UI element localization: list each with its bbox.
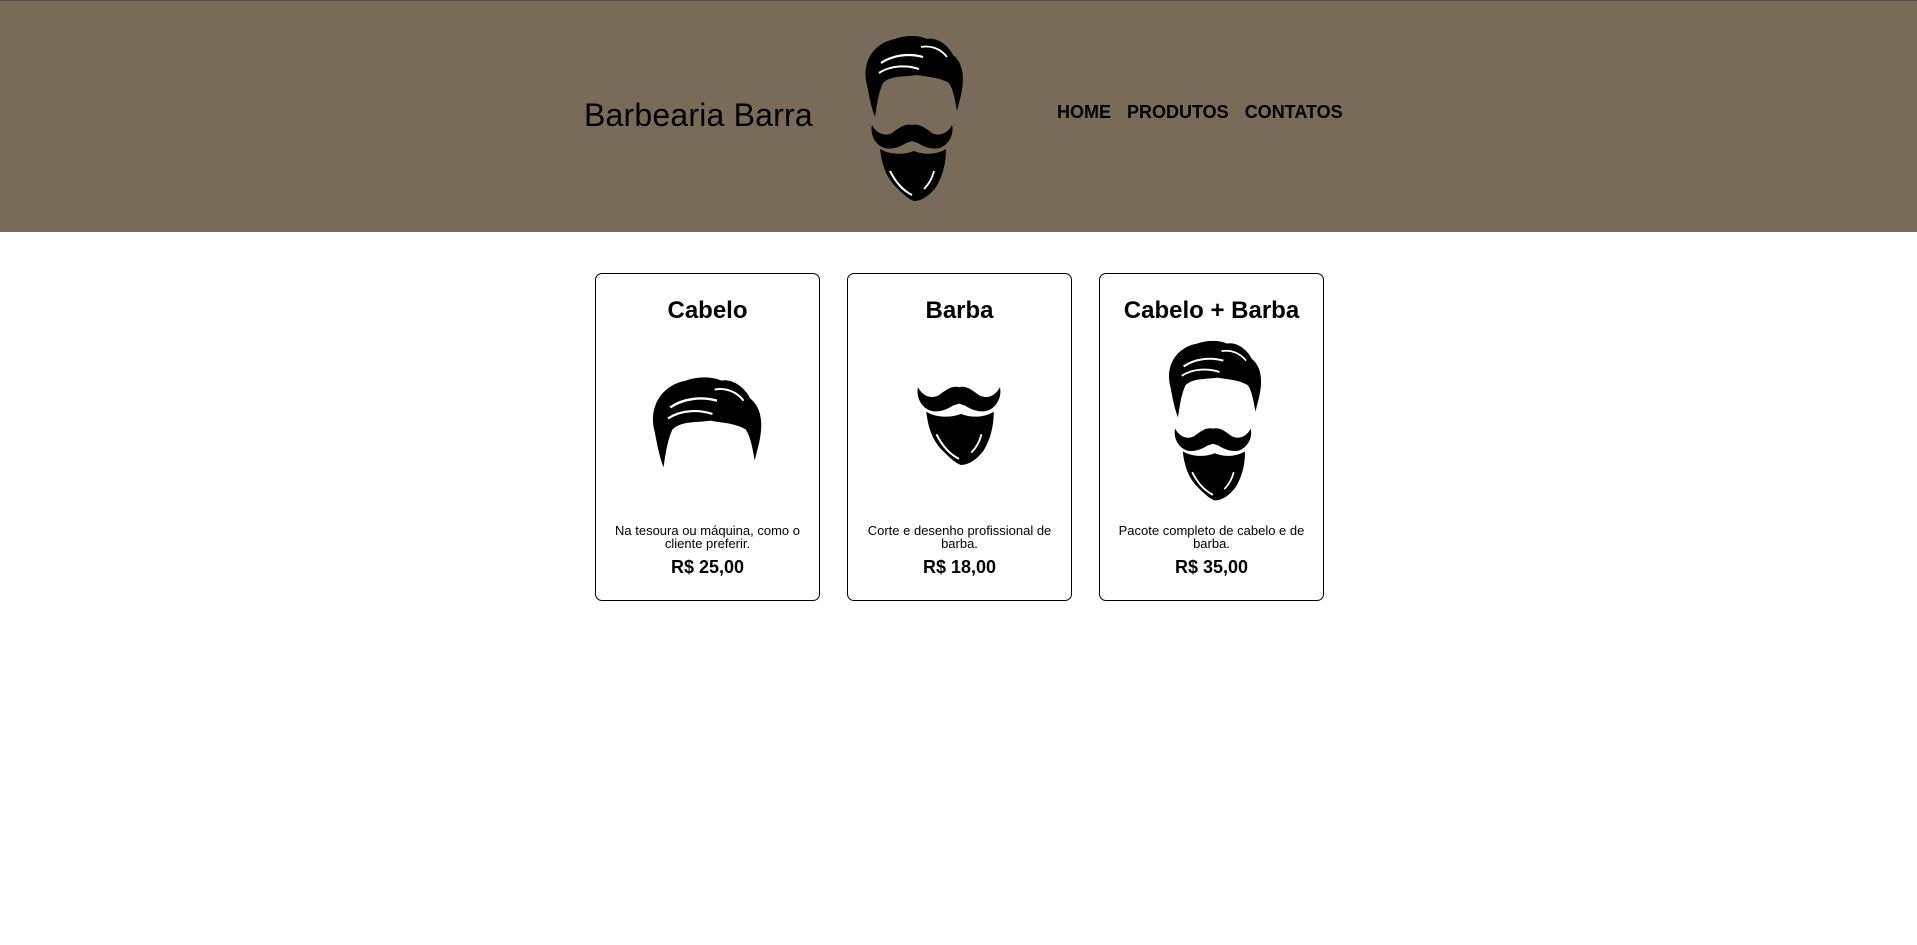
service-description: Na tesoura ou máquina, como o cliente pr… xyxy=(615,523,800,551)
nav-produtos-link[interactable]: PRODUTOS xyxy=(1127,102,1229,123)
services-list: Cabelo Na tesoura ou máquina, como o cli… xyxy=(595,273,1324,601)
beard-icon xyxy=(848,368,1071,476)
service-title: Cabelo + Barba xyxy=(1123,297,1300,324)
service-title: Cabelo xyxy=(667,297,748,324)
hair-and-beard-icon xyxy=(1100,338,1323,508)
service-description: Pacote completo de cabelo e de barba. xyxy=(1118,523,1305,551)
brand-name: Barbearia Barra xyxy=(584,97,813,133)
site-header: Barbearia Barra HOME PRODUTOS CONTATOS xyxy=(0,0,1917,232)
service-price: R$ 35,00 xyxy=(1174,557,1249,577)
service-card-cabelo-barba: Cabelo + Barba Pacote completo de cabelo… xyxy=(1099,273,1324,601)
service-card-barba: Barba Corte e desenho profissional de ba… xyxy=(847,273,1072,601)
service-price: R$ 18,00 xyxy=(922,557,997,577)
service-description: Corte e desenho profissional de barba. xyxy=(867,523,1052,551)
nav-contatos-link[interactable]: CONTATOS xyxy=(1245,102,1343,123)
service-card-cabelo: Cabelo Na tesoura ou máquina, como o cli… xyxy=(595,273,820,601)
main-nav: HOME PRODUTOS CONTATOS xyxy=(1057,102,1343,123)
service-price: R$ 25,00 xyxy=(670,557,745,577)
barber-face-icon xyxy=(857,31,965,205)
hair-icon xyxy=(596,374,819,474)
nav-home-link[interactable]: HOME xyxy=(1057,102,1111,123)
service-title: Barba xyxy=(925,297,994,324)
